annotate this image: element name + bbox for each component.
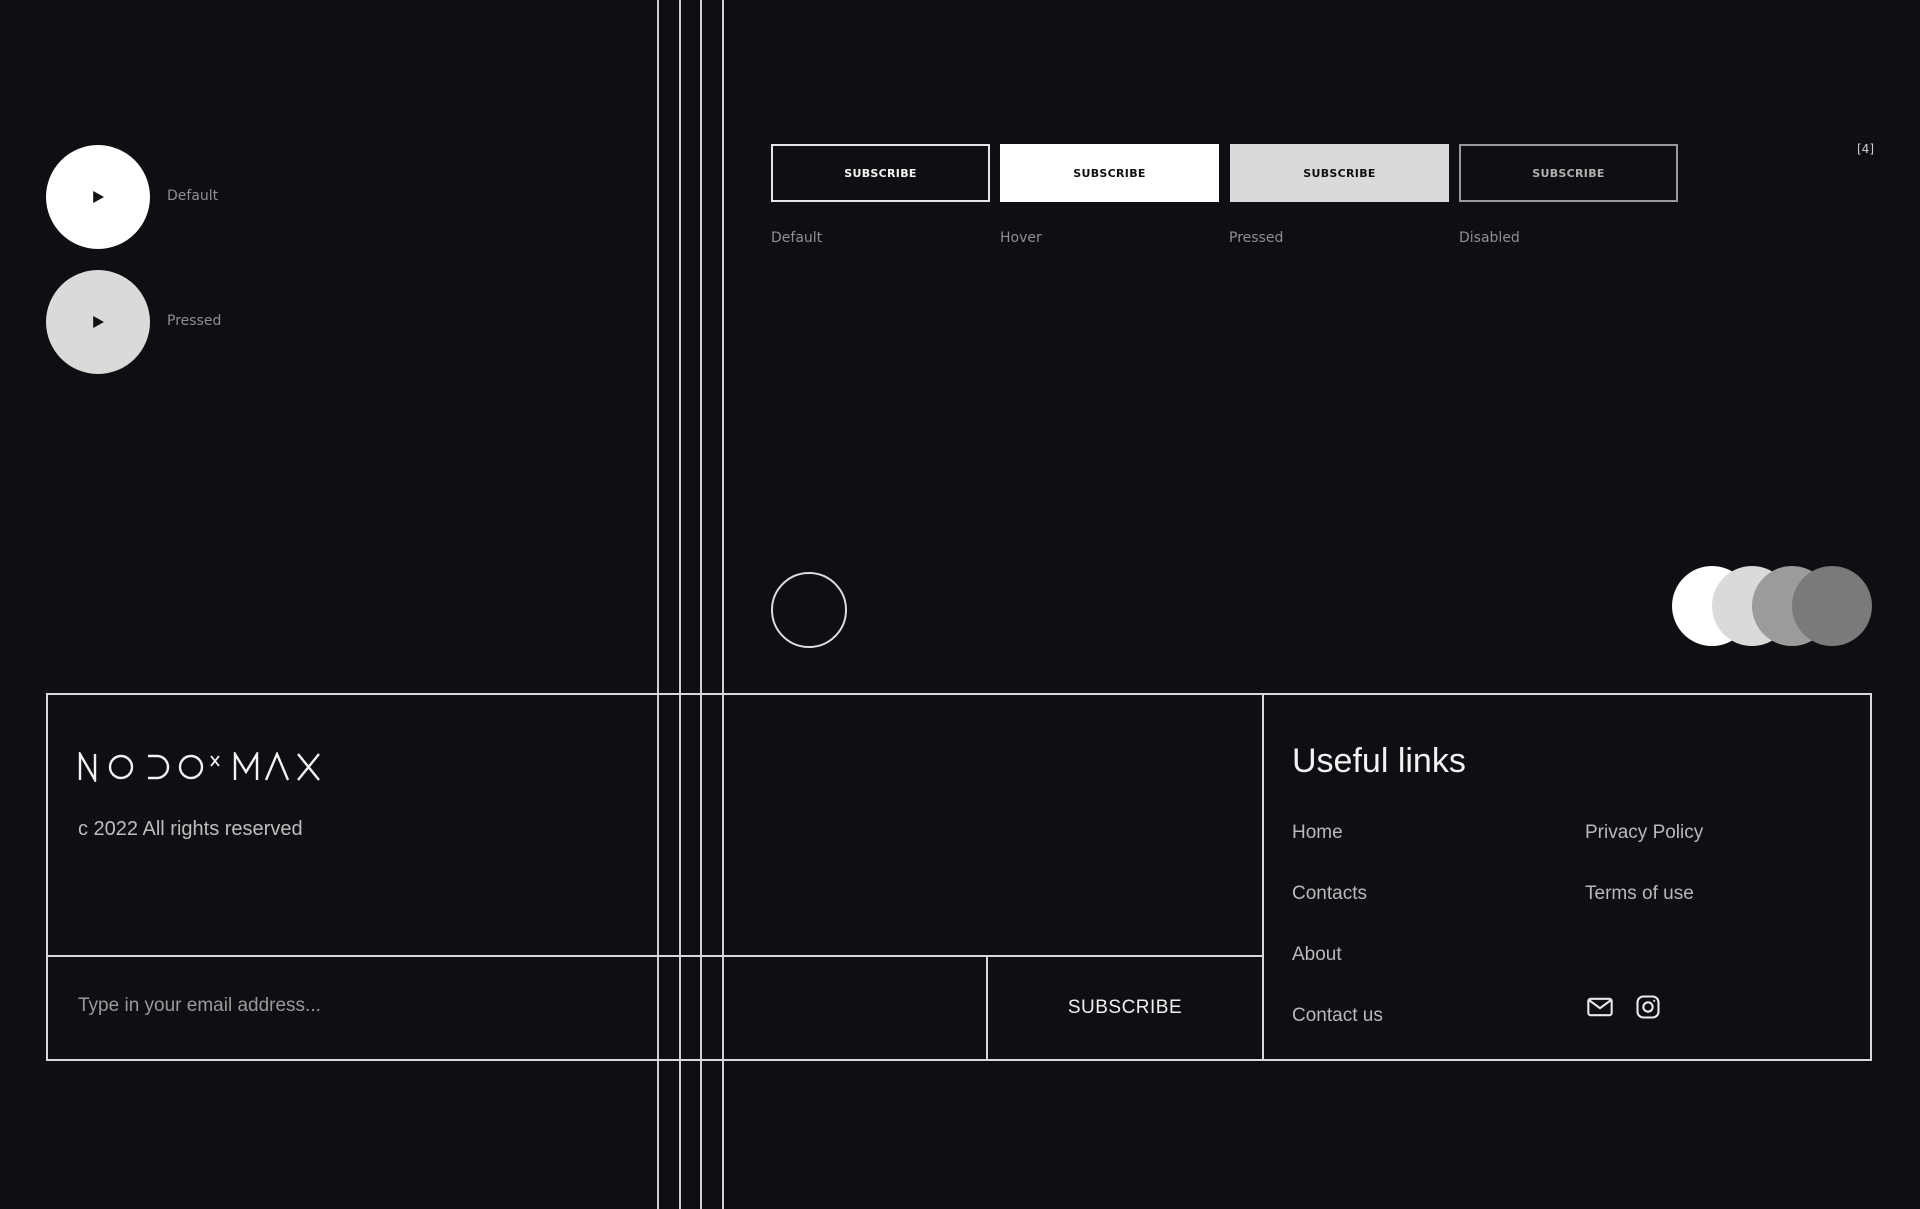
- copyright-text: c 2022 All rights reserved: [78, 818, 303, 840]
- subscribe-button-disabled: SUBSCRIBE: [1459, 144, 1678, 202]
- footer-divider-vertical: [1262, 693, 1264, 1061]
- play-icon: [93, 191, 104, 203]
- state-label-disabled: Disabled: [1459, 230, 1520, 246]
- footer-link-contact-us[interactable]: Contact us: [1292, 1005, 1383, 1027]
- play-button-pressed[interactable]: [46, 270, 150, 374]
- nodo-max-logo: [78, 752, 320, 782]
- footer-link-home[interactable]: Home: [1292, 822, 1343, 844]
- instagram-icon[interactable]: [1634, 993, 1662, 1021]
- subscribe-button-hover[interactable]: SUBSCRIBE: [1000, 144, 1219, 202]
- swatch-dark-grey: [1792, 566, 1872, 646]
- useful-links-title: Useful links: [1292, 742, 1466, 780]
- subscribe-button-pressed[interactable]: SUBSCRIBE: [1230, 144, 1449, 202]
- state-label-default: Default: [771, 230, 823, 246]
- footer-link-privacy-policy[interactable]: Privacy Policy: [1585, 822, 1703, 844]
- footer-link-terms-of-use[interactable]: Terms of use: [1585, 883, 1694, 905]
- state-label-pressed: Pressed: [1229, 230, 1284, 246]
- footer-link-about[interactable]: About: [1292, 944, 1342, 966]
- variant-counter: [4]: [1857, 142, 1874, 156]
- play-button-default[interactable]: [46, 145, 150, 249]
- play-icon: [93, 316, 104, 328]
- play-label-pressed: Pressed: [167, 313, 222, 329]
- footer-subscribe-button[interactable]: SUBSCRIBE: [988, 957, 1262, 1059]
- outline-circle[interactable]: [771, 572, 847, 648]
- mail-icon[interactable]: [1586, 993, 1614, 1021]
- play-label-default: Default: [167, 188, 219, 204]
- state-label-hover: Hover: [1000, 230, 1042, 246]
- subscribe-button-default[interactable]: SUBSCRIBE: [771, 144, 990, 202]
- footer-link-contacts[interactable]: Contacts: [1292, 883, 1367, 905]
- email-input[interactable]: [76, 985, 640, 1027]
